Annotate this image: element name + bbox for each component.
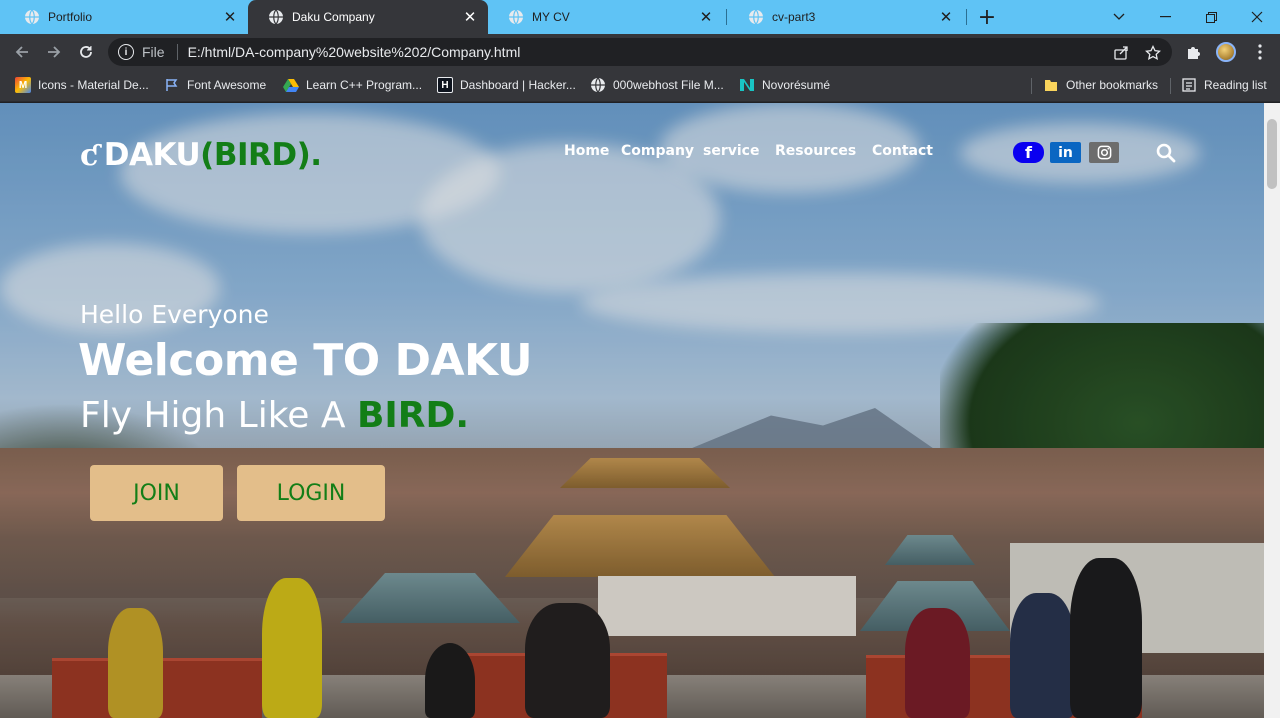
- bookmarks-divider: [1170, 78, 1171, 94]
- close-icon[interactable]: ✕: [938, 9, 954, 26]
- nav-resources[interactable]: Resources: [775, 143, 856, 159]
- logo-text: DAKU: [103, 137, 201, 173]
- hero-tagline: Fly High Like A BIRD.: [80, 395, 469, 436]
- material-icon: M: [15, 77, 31, 93]
- tab-my-cv[interactable]: MY CV ✕: [488, 0, 724, 34]
- linkedin-icon[interactable]: in: [1050, 142, 1081, 163]
- reading-list-button[interactable]: Reading list: [1181, 70, 1267, 100]
- other-bookmarks-folder[interactable]: Other bookmarks: [1043, 70, 1158, 100]
- tab-title: Portfolio: [48, 10, 93, 24]
- facebook-icon[interactable]: f: [1013, 142, 1044, 163]
- reading-list-label: Reading list: [1204, 78, 1267, 92]
- tab-separator: [966, 9, 967, 25]
- logo-mark-icon: ƈ: [80, 137, 98, 173]
- bookmark-font-awesome[interactable]: Font Awesome: [164, 70, 266, 100]
- page-scrollbar[interactable]: [1264, 103, 1280, 718]
- url-text[interactable]: E:/html/DA-company%20website%202/Company…: [188, 44, 521, 60]
- bookmark-label: Dashboard | Hacker...: [460, 78, 576, 92]
- globe-icon: [509, 9, 523, 25]
- restore-button[interactable]: [1188, 0, 1234, 34]
- drive-icon: [283, 77, 299, 93]
- back-arrow-icon[interactable]: [10, 40, 34, 64]
- novoresume-icon: [739, 77, 755, 93]
- forward-arrow-icon[interactable]: [42, 40, 66, 64]
- tab-cv-part3[interactable]: cv-part3 ✕: [728, 0, 964, 34]
- login-button[interactable]: LOGIN: [237, 465, 385, 521]
- new-tab-button[interactable]: +: [976, 5, 998, 30]
- globe-icon: [269, 9, 283, 25]
- bookmark-000webhost[interactable]: 000webhost File M...: [590, 70, 724, 100]
- bookmark-novoresume[interactable]: Novorésumé: [739, 70, 830, 100]
- bookmark-label: Font Awesome: [187, 78, 267, 92]
- bookmarks-divider: [1031, 78, 1032, 94]
- close-icon[interactable]: ✕: [462, 9, 478, 26]
- tab-title: cv-part3: [772, 10, 816, 24]
- minimize-button[interactable]: [1142, 0, 1188, 34]
- scrollbar-thumb[interactable]: [1267, 119, 1277, 189]
- nav-contact[interactable]: Contact: [872, 143, 933, 159]
- reload-icon[interactable]: [74, 40, 98, 64]
- browser-toolbar: i File E:/html/DA-company%20website%202/…: [0, 34, 1280, 70]
- bookmark-material-icons[interactable]: M Icons - Material De...: [15, 70, 149, 100]
- scheme-label: File: [142, 44, 165, 60]
- extensions-puzzle-icon[interactable]: [1184, 42, 1204, 62]
- hackerrank-icon: H: [437, 77, 453, 93]
- tab-portfolio[interactable]: Portfolio ✕: [4, 0, 248, 34]
- address-bar[interactable]: i File E:/html/DA-company%20website%202/…: [108, 38, 1172, 66]
- bookmark-hackerrank[interactable]: H Dashboard | Hacker...: [437, 70, 576, 100]
- globe-icon: [749, 9, 763, 25]
- page-viewport: ƈ DAKU (BIRD). Home Company service Reso…: [0, 103, 1264, 718]
- bookmark-label: Learn C++ Program...: [306, 78, 423, 92]
- close-window-button[interactable]: [1234, 0, 1280, 34]
- reading-list-icon: [1181, 77, 1197, 93]
- tagline-prefix: Fly High Like A: [80, 395, 357, 436]
- close-icon[interactable]: ✕: [222, 9, 238, 26]
- share-icon[interactable]: [1112, 44, 1130, 62]
- omnibox-divider: [176, 44, 178, 60]
- bookmarks-bar: M Icons - Material De... Font Awesome Le…: [0, 70, 1280, 102]
- tab-title: MY CV: [532, 10, 570, 24]
- other-bookmarks-label: Other bookmarks: [1066, 78, 1159, 92]
- tab-strip: Portfolio ✕ Daku Company ✕ MY CV ✕ cv-pa…: [0, 0, 1280, 34]
- tab-title: Daku Company: [292, 10, 375, 24]
- close-icon[interactable]: ✕: [698, 9, 714, 26]
- nav-home[interactable]: Home: [564, 143, 609, 159]
- hero-headline: Welcome TO DAKU: [78, 335, 533, 386]
- bookmark-label: 000webhost File M...: [613, 78, 724, 92]
- bookmark-label: Icons - Material De...: [38, 78, 149, 92]
- join-button[interactable]: JOIN: [90, 465, 223, 521]
- bookmark-learn-cpp[interactable]: Learn C++ Program...: [283, 70, 422, 100]
- instagram-icon[interactable]: [1089, 142, 1119, 163]
- flag-icon: [164, 77, 180, 93]
- tab-daku-company[interactable]: Daku Company ✕: [248, 0, 488, 34]
- bookmark-label: Novorésumé: [762, 78, 831, 92]
- globe-icon: [25, 9, 39, 25]
- hero-greeting: Hello Everyone: [80, 300, 269, 329]
- bookmark-star-icon[interactable]: [1144, 44, 1162, 62]
- nav-company[interactable]: Company: [621, 143, 694, 159]
- logo-accent-text: (BIRD).: [200, 137, 322, 173]
- folder-icon: [1043, 77, 1059, 93]
- tagline-accent: BIRD.: [356, 395, 470, 436]
- profile-avatar[interactable]: [1216, 42, 1236, 62]
- menu-dots-icon[interactable]: [1250, 42, 1270, 62]
- globe-icon: [590, 77, 606, 93]
- tab-search-icon[interactable]: [1096, 0, 1142, 34]
- nav-service[interactable]: service: [703, 143, 759, 159]
- info-icon[interactable]: i: [118, 44, 134, 60]
- tab-separator: [726, 9, 727, 25]
- search-icon[interactable]: [1156, 143, 1176, 163]
- site-logo[interactable]: ƈ DAKU (BIRD).: [80, 137, 322, 173]
